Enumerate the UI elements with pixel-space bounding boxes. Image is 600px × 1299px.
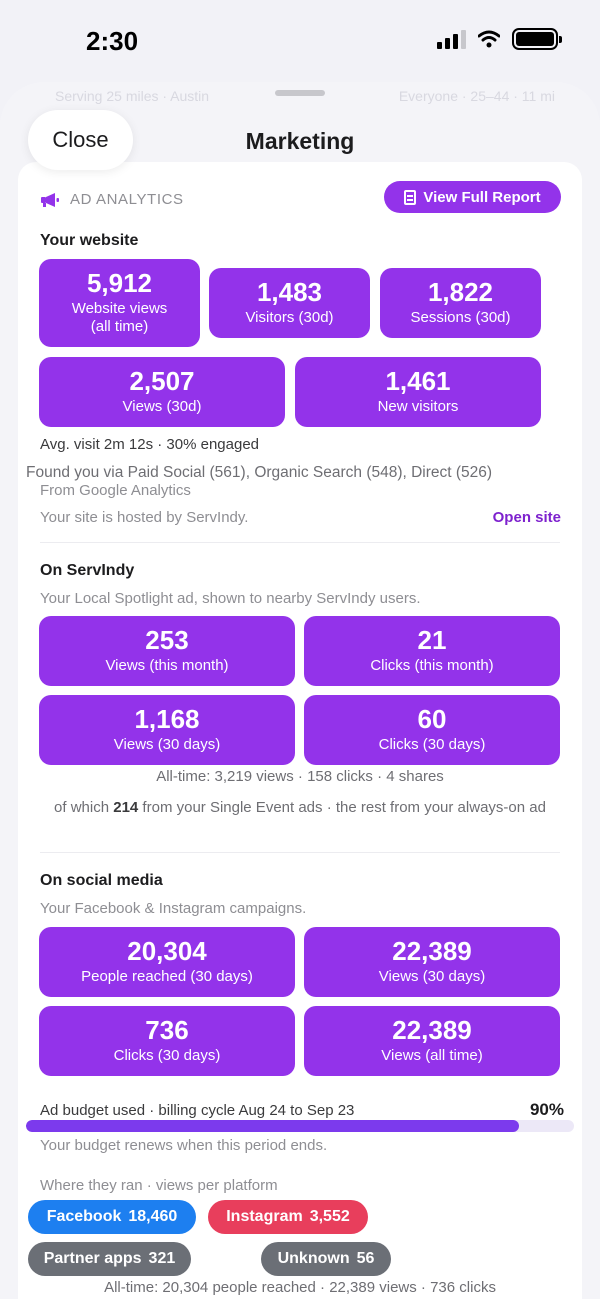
stat-tile-clicks-month: 21 Clicks (this month) (304, 616, 560, 686)
stat-value: 2,507 (129, 366, 195, 397)
stat-value: 1,168 (134, 704, 200, 735)
avg-visit-text: Avg. visit 2m 12s · 30% engaged (40, 436, 260, 453)
budget-progress-fill (26, 1120, 520, 1132)
stat-tile-social-clicks: 736 Clicks (30 days) (39, 1006, 295, 1076)
servindy-note-prefix: of which (54, 799, 114, 816)
stat-value: 736 (145, 1015, 189, 1046)
platform-count: 3,552 (309, 1208, 350, 1225)
servindy-heading: On ServIndy (40, 562, 135, 579)
marketing-sheet: Serving 25 miles · Austin Everyone · 25–… (0, 82, 600, 1299)
stat-label: Views (30 days) (378, 967, 486, 985)
platform-chip-facebook[interactable]: Facebook 18,460 (28, 1200, 196, 1234)
budget-renew-note: Your budget renews when this period ends… (40, 1137, 328, 1154)
stat-value: 1,822 (427, 277, 494, 308)
ad-analytics-label: AD ANALYTICS (70, 191, 184, 208)
stat-label: Views (30 days) (113, 735, 221, 753)
stat-label: Visitors (30d) (245, 308, 334, 326)
found-via-text: Found you via Paid Social (561), Organic… (26, 464, 493, 481)
platform-count: 18,460 (128, 1208, 178, 1225)
section-divider (40, 852, 560, 853)
stat-tile-visitors: 1,483 Visitors (30d) (209, 268, 370, 338)
platform-name: Partner apps (43, 1250, 142, 1267)
social-all-time-text: All-time: 20,304 people reached · 22,389… (104, 1279, 496, 1296)
stat-tile-social-views-all-time: 22,389 Views (all time) (304, 1006, 560, 1076)
status-bar: 2:30 (0, 0, 600, 82)
stat-value: 1,461 (385, 366, 451, 397)
servindy-subtitle: Your Local Spotlight ad, shown to nearby… (40, 590, 421, 607)
budget-label: Ad budget used · billing cycle Aug 24 to… (40, 1102, 355, 1119)
view-full-report-label: View Full Report (423, 188, 541, 206)
sheet-grabber[interactable] (275, 90, 325, 96)
stat-tile-sessions: 1,822 Sessions (30d) (380, 268, 541, 338)
analytics-source-text: From Google Analytics (40, 482, 191, 499)
stat-label: Views (this month) (105, 656, 229, 674)
stat-value: 20,304 (127, 936, 207, 967)
cellular-signal-icon (437, 29, 466, 49)
stat-value: 22,389 (392, 936, 472, 967)
status-time: 2:30 (86, 26, 139, 56)
platform-name: Facebook (46, 1208, 122, 1225)
close-button[interactable]: Close (28, 110, 133, 170)
stat-tile-people-reached: 20,304 People reached (30 days) (39, 927, 295, 997)
stat-tile-clicks-30-days: 60 Clicks (30 days) (304, 695, 560, 765)
platform-count: 56 (356, 1250, 375, 1267)
stat-value: 253 (145, 625, 189, 656)
budget-progress-bar (26, 1120, 574, 1132)
platform-chip-unknown[interactable]: Unknown 56 (261, 1242, 391, 1276)
social-subtitle: Your Facebook & Instagram campaigns. (40, 900, 307, 917)
report-document-icon (404, 189, 417, 205)
stat-label: Views (all time) (381, 1046, 483, 1064)
wifi-icon (478, 30, 500, 48)
platform-name: Instagram (226, 1208, 303, 1225)
stat-value: 5,912 (86, 267, 153, 298)
stat-label: Views (30d) (122, 397, 202, 415)
status-icons (437, 28, 562, 50)
stat-value: 21 (417, 625, 447, 656)
stat-label: Sessions (30d) (410, 308, 511, 326)
servindy-note-count: 214 (113, 799, 139, 816)
background-filter-right: Everyone · 25–44 · 11 mi (398, 88, 555, 104)
view-full-report-button[interactable]: View Full Report (384, 181, 561, 213)
stat-tile-views-30d: 2,507 Views (30d) (39, 357, 285, 427)
platform-count: 321 (148, 1250, 176, 1267)
stat-tile-website-views: 5,912 Website views (all time) (39, 259, 200, 347)
megaphone-icon (41, 193, 59, 207)
stat-tile-new-visitors: 1,461 New visitors (295, 357, 541, 427)
stat-tile-views-30-days: 1,168 Views (30 days) (39, 695, 295, 765)
hosted-by-text: Your site is hosted by ServIndy. (40, 509, 249, 526)
servindy-all-time-text: All-time: 3,219 views · 158 clicks · 4 s… (156, 768, 444, 785)
stat-label: Clicks (30 days) (113, 1046, 221, 1064)
background-filter-left: Serving 25 miles · Austin (55, 88, 210, 104)
open-site-link[interactable]: Open site (493, 509, 561, 526)
platform-name: Unknown (277, 1250, 350, 1267)
stat-label: Clicks (30 days) (378, 735, 486, 753)
budget-percent: 90% (529, 1100, 564, 1119)
stat-label: Clicks (this month) (370, 656, 494, 674)
stat-label: Website views (all time) (71, 299, 168, 336)
stat-tile-views-month: 253 Views (this month) (39, 616, 295, 686)
section-divider (40, 542, 560, 543)
platform-chip-instagram[interactable]: Instagram 3,552 (208, 1200, 368, 1234)
platforms-label: Where they ran · views per platform (40, 1177, 278, 1194)
stat-label: People reached (30 days) (81, 967, 253, 985)
servindy-note: of which 214 from your Single Event ads … (50, 798, 550, 818)
stat-label: New visitors (377, 397, 459, 415)
battery-icon (512, 28, 562, 50)
social-heading: On social media (40, 872, 163, 889)
website-heading: Your website (40, 232, 139, 249)
servindy-note-suffix: from your Single Event ads · the rest fr… (138, 799, 546, 816)
stat-value: 22,389 (392, 1015, 472, 1046)
stat-value: 1,483 (256, 277, 323, 308)
stat-tile-social-views-30-days: 22,389 Views (30 days) (304, 927, 560, 997)
platform-chip-partner-apps[interactable]: Partner apps 321 (28, 1242, 191, 1276)
stat-value: 60 (417, 704, 447, 735)
